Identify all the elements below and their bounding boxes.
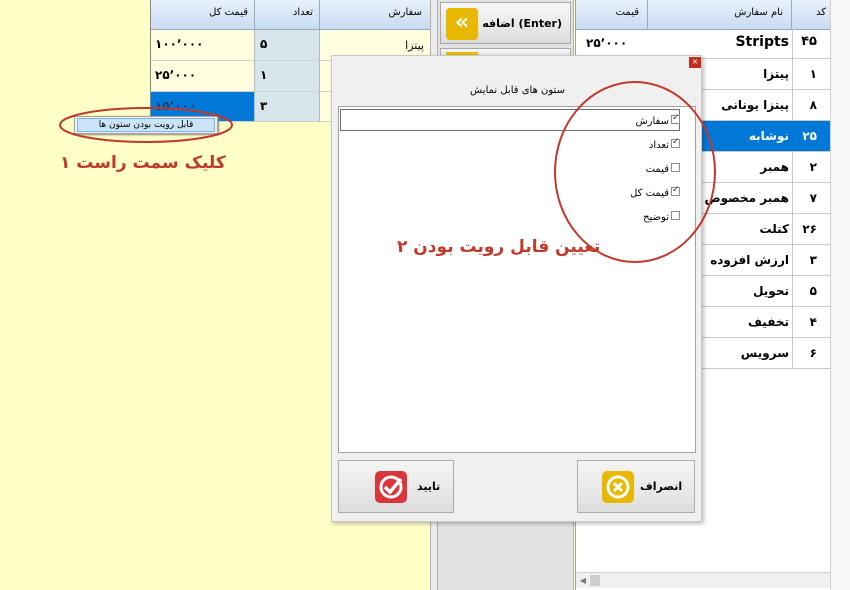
annotation-circle-1 xyxy=(59,107,233,143)
menu-grid-header-name[interactable]: نام سفارش xyxy=(648,0,792,30)
annotation-step2: ۲ تعیین قابل رویت بودن xyxy=(397,237,601,257)
qty-cell: ۱ xyxy=(255,61,320,92)
cancel-circle-icon xyxy=(602,471,634,503)
scroll-thumb[interactable] xyxy=(590,575,600,586)
ok-button[interactable]: تایید xyxy=(338,460,454,513)
order-grid-header-qty[interactable]: تعداد xyxy=(255,0,320,30)
menu-grid-header-code[interactable]: کد xyxy=(792,0,831,30)
check-circle-icon xyxy=(375,471,407,503)
total-cell: ۲۵٬۰۰۰ xyxy=(151,61,255,92)
menu-grid-header-price[interactable]: قیمت xyxy=(576,0,648,30)
qty-cell: ۳ xyxy=(255,92,320,122)
horizontal-scrollbar[interactable]: ◀ xyxy=(576,572,831,588)
dialog-close-button[interactable]: × xyxy=(689,57,701,68)
scroll-left-arrow-icon[interactable]: ◀ xyxy=(576,573,590,588)
right-edge-scrollbar[interactable] xyxy=(830,0,850,590)
double-chevron-left-icon: « xyxy=(446,8,478,40)
cancel-button[interactable]: انصراف xyxy=(577,460,695,513)
total-cell: ۱۰۰٬۰۰۰ xyxy=(151,30,255,61)
order-grid-header-order[interactable]: سفارش xyxy=(320,0,431,30)
qty-cell: ۵ xyxy=(255,30,320,61)
add-button[interactable]: « اضافه (Enter) xyxy=(440,2,571,44)
annotation-step1: ۱ کلیک سمت راست xyxy=(60,153,226,173)
order-grid-header-total[interactable]: قیمت کل xyxy=(151,0,255,30)
